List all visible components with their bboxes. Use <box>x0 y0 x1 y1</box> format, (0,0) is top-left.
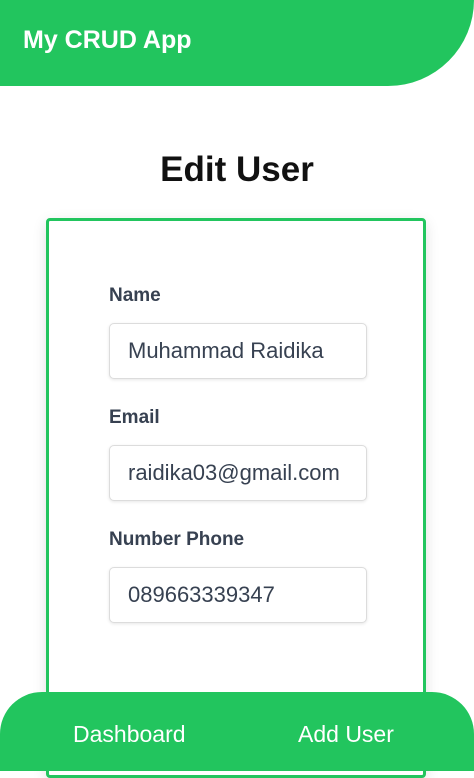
app-title: My CRUD App <box>23 26 192 54</box>
nav-dashboard-link[interactable]: Dashboard <box>73 720 186 748</box>
phone-label: Number Phone <box>109 529 245 550</box>
phone-input[interactable] <box>109 567 367 623</box>
name-input[interactable] <box>109 323 367 379</box>
nav-add-user-link[interactable]: Add User <box>298 720 394 748</box>
bottom-nav: Dashboard Add User <box>0 692 474 771</box>
email-input[interactable] <box>109 445 367 501</box>
name-label: Name <box>109 285 161 306</box>
email-label: Email <box>109 407 160 428</box>
page-title: Edit User <box>160 150 314 189</box>
app-header: My CRUD App <box>0 0 474 86</box>
